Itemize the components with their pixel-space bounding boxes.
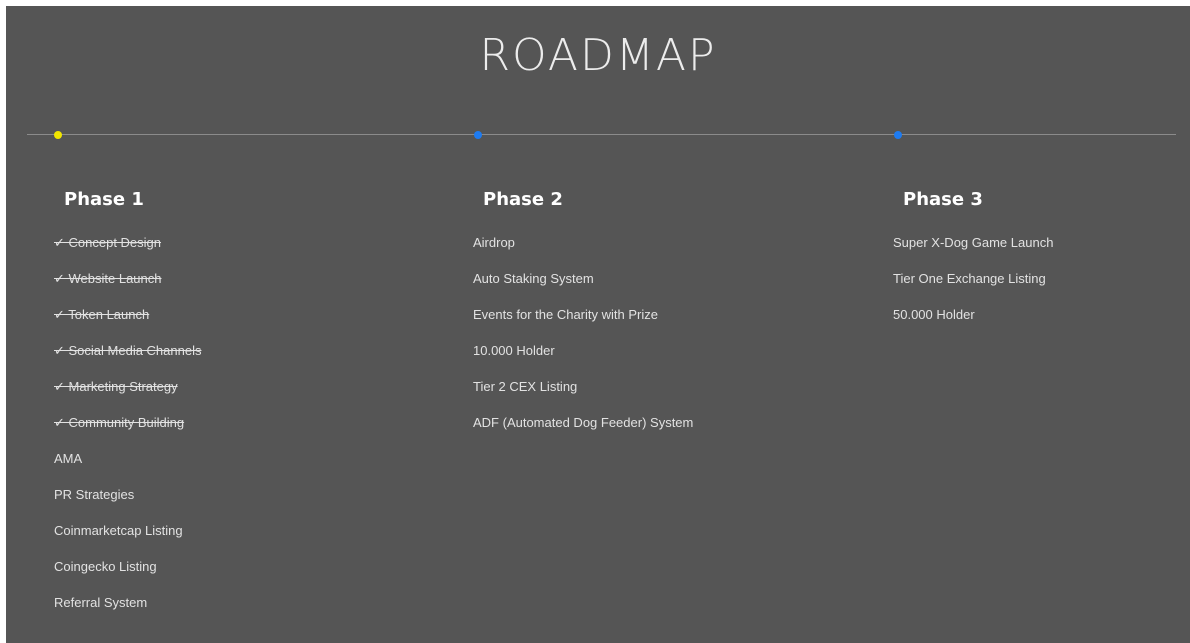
roadmap-title: ROADMAP bbox=[479, 30, 717, 81]
completed-roadmap-item: ✓ Social Media Channels bbox=[54, 343, 202, 358]
phase-2-title: Phase 2 bbox=[483, 189, 563, 210]
roadmap-item: 10.000 Holder bbox=[473, 343, 555, 358]
timeline-line bbox=[27, 134, 1176, 135]
roadmap-item: 50.000 Holder bbox=[893, 307, 975, 322]
roadmap-item: ADF (Automated Dog Feeder) System bbox=[473, 415, 694, 430]
phase-1-column: Phase 1 ✓ Concept Design ✓ Website Launch… bbox=[54, 188, 201, 630]
roadmap-item: Super X-Dog Game Launch bbox=[893, 235, 1054, 250]
roadmap-item: Coinmarketcap Listing bbox=[54, 523, 183, 538]
phase-3-column: Phase 3 Super X-Dog Game Launch Tier One … bbox=[893, 188, 1053, 342]
completed-roadmap-item: ✓ Token Launch bbox=[54, 307, 150, 322]
roadmap-item: Coingecko Listing bbox=[54, 559, 157, 574]
roadmap-item: AMA bbox=[54, 451, 83, 466]
completed-roadmap-item: ✓ Concept Design bbox=[54, 235, 162, 250]
roadmap-item: Tier One Exchange Listing bbox=[893, 271, 1046, 286]
roadmap-item: PR Strategies bbox=[54, 487, 135, 502]
roadmap-item: Airdrop bbox=[473, 235, 515, 250]
phase-2-marker-dot bbox=[474, 131, 482, 139]
phase-3-marker-dot bbox=[894, 131, 902, 139]
completed-roadmap-item: ✓ Community Building bbox=[54, 415, 185, 430]
phase-3-item-list: Super X-Dog Game Launch Tier One Exchange… bbox=[893, 234, 1053, 324]
phase-1-title: Phase 1 bbox=[64, 189, 144, 210]
roadmap-item: Referral System bbox=[54, 595, 148, 610]
completed-roadmap-item: ✓ Marketing Strategy bbox=[54, 379, 178, 394]
phase-2-column: Phase 2 Airdrop Auto Staking System Events… bbox=[473, 188, 693, 450]
roadmap-item: Auto Staking System bbox=[473, 271, 594, 286]
completed-roadmap-item: ✓ Website Launch bbox=[54, 271, 162, 286]
phase-3-title: Phase 3 bbox=[903, 189, 983, 210]
roadmap-item: Tier 2 CEX Listing bbox=[473, 379, 578, 394]
phase-1-item-list: ✓ Concept Design ✓ Website Launch ✓ Token … bbox=[54, 234, 201, 612]
phase-2-item-list: Airdrop Auto Staking System Events for the… bbox=[473, 234, 693, 432]
roadmap-section: ROADMAP Phase 1 ✓ Concept Design ✓ Websit… bbox=[6, 6, 1190, 643]
roadmap-item: Events for the Charity with Prize bbox=[473, 307, 658, 322]
phase-1-marker-dot bbox=[54, 131, 62, 139]
